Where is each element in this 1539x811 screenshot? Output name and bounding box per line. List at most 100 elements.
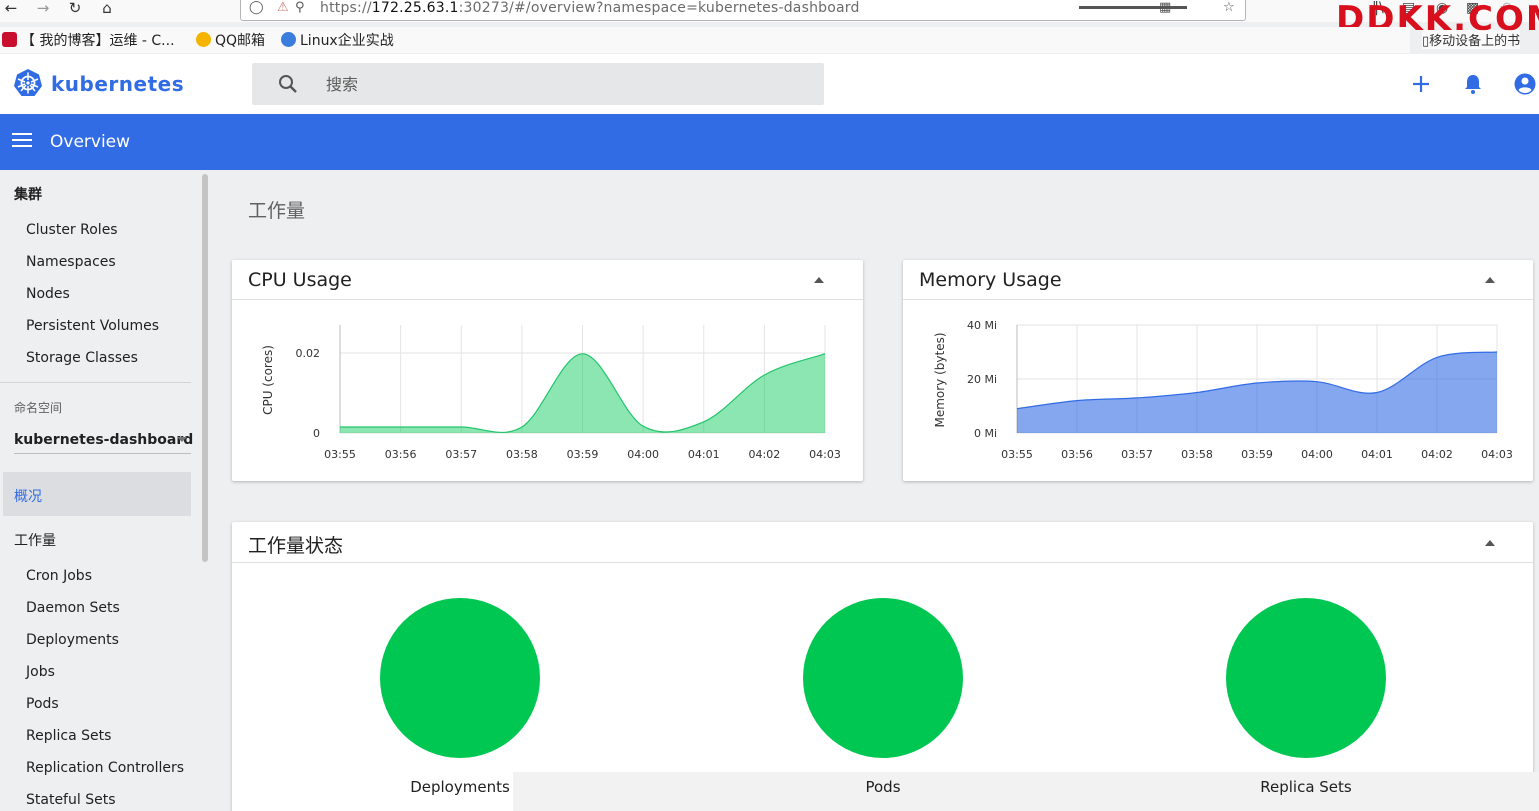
brand-name[interactable]: kubernetes xyxy=(51,72,184,96)
data-point[interactable] xyxy=(703,421,705,423)
collapse-caret-icon[interactable] xyxy=(814,277,824,283)
search-input[interactable] xyxy=(326,71,786,97)
pods-status-label[interactable]: Pods xyxy=(783,778,983,796)
data-point[interactable] xyxy=(581,353,583,355)
data-point[interactable] xyxy=(460,426,462,428)
sidebar-item-jobs[interactable]: Jobs xyxy=(26,664,55,680)
sidebar-item-pods[interactable]: Pods xyxy=(26,696,59,712)
x-tick-label: 03:57 xyxy=(1121,448,1153,461)
x-tick-label: 03:59 xyxy=(1241,448,1273,461)
memory-usage-card: Memory Usage Memory (bytes) 03:55 03:56 03… xyxy=(903,260,1533,481)
data-point[interactable] xyxy=(1496,351,1498,353)
sidebar-item-daemon-sets[interactable]: Daemon Sets xyxy=(26,600,120,616)
reload-icon[interactable]: ↻ xyxy=(64,0,86,18)
x-tick-label: 03:58 xyxy=(506,448,538,461)
sidebar-item-cluster-roles[interactable]: Cluster Roles xyxy=(26,222,118,238)
deployments-status-pie[interactable] xyxy=(380,598,540,758)
data-point[interactable] xyxy=(521,426,523,428)
data-point[interactable] xyxy=(399,426,401,428)
data-point[interactable] xyxy=(642,425,644,427)
kubernetes-logo-icon[interactable] xyxy=(13,68,43,98)
csdn-icon xyxy=(2,32,17,47)
replica-sets-status-label[interactable]: Replica Sets xyxy=(1206,778,1406,796)
bookmark-blog[interactable]: 【 我的博客】运维 - C... xyxy=(2,30,175,50)
sidebar-item-replica-sets[interactable]: Replica Sets xyxy=(26,728,111,744)
qr-code-icon[interactable]: ▦ xyxy=(1159,0,1171,15)
y-tick-label: 20 Mi xyxy=(967,373,997,386)
back-icon[interactable]: ← xyxy=(0,0,22,18)
qqmail-icon xyxy=(196,32,211,47)
notifications-bell-icon[interactable] xyxy=(1461,72,1485,96)
sidebar-item-storage-classes[interactable]: Storage Classes xyxy=(26,350,138,366)
sidebar-item-cron-jobs[interactable]: Cron Jobs xyxy=(26,568,92,584)
y-tick-label: 0 Mi xyxy=(974,427,997,440)
pods-status-pie[interactable] xyxy=(803,598,963,758)
sidebar-heading-cluster[interactable]: 集群 xyxy=(14,184,42,204)
bookmarks-bar: 【 我的博客】运维 - C... QQ邮箱 Linux企业实战 xyxy=(0,27,1410,53)
insecure-lock-icon[interactable]: ⚠ xyxy=(277,0,289,15)
sidebar-item-persistent-volumes[interactable]: Persistent Volumes xyxy=(26,318,159,334)
create-plus-icon[interactable] xyxy=(1409,72,1433,96)
x-tick-label: 04:00 xyxy=(627,448,659,461)
data-point[interactable] xyxy=(339,426,341,428)
sidebar-item-namespaces[interactable]: Namespaces xyxy=(26,254,116,270)
memory-usage-chart: Memory (bytes) 03:55 03:56 03:57 03:58 03:59… xyxy=(933,319,1513,461)
data-point[interactable] xyxy=(1316,381,1318,383)
mobile-bookmarks[interactable]: ▯移动设备上的书 xyxy=(1422,30,1521,49)
home-icon[interactable]: ⌂ xyxy=(96,0,118,18)
sidebar-heading-workloads[interactable]: 工作量 xyxy=(14,530,56,550)
dropdown-caret-icon[interactable] xyxy=(177,437,187,442)
data-point[interactable] xyxy=(1196,391,1198,393)
cpu-y-axis-label: CPU (cores) xyxy=(261,345,275,415)
menu-hamburger-icon[interactable] xyxy=(12,133,32,151)
deployments-status-label[interactable]: Deployments xyxy=(360,778,560,796)
x-tick-label: 03:56 xyxy=(385,448,417,461)
bookmark-linux[interactable]: Linux企业实战 xyxy=(281,30,394,50)
card-divider xyxy=(232,562,1533,563)
search-box[interactable] xyxy=(252,63,824,105)
key-icon[interactable]: ⚲ xyxy=(295,0,305,15)
data-point[interactable] xyxy=(1376,391,1378,393)
cpu-usage-chart: CPU (cores) 03:55 03:56 03:57 03:58 03:59 04:… xyxy=(261,325,841,461)
sidebar-item-stateful-sets[interactable]: Stateful Sets xyxy=(26,792,115,808)
account-circle-icon[interactable] xyxy=(1513,72,1537,96)
sidebar-item-replication-controllers[interactable]: Replication Controllers xyxy=(26,760,184,776)
namespace-value[interactable]: kubernetes-dashboard xyxy=(14,432,193,448)
x-tick-label: 03:56 xyxy=(1061,448,1093,461)
sidebar-item-nodes[interactable]: Nodes xyxy=(26,286,70,302)
namespace-select[interactable]: kubernetes-dashboard xyxy=(14,426,193,454)
sidebar-item-overview[interactable]: 概况 xyxy=(3,472,191,516)
app-header: kubernetes xyxy=(0,54,1539,114)
sidebar-item-deployments[interactable]: Deployments xyxy=(26,632,119,648)
data-point[interactable] xyxy=(1136,397,1138,399)
data-point[interactable] xyxy=(1016,408,1018,410)
data-point[interactable] xyxy=(1436,356,1438,358)
sidebar-item-overview-label[interactable]: 概况 xyxy=(14,486,42,506)
data-point[interactable] xyxy=(1256,382,1258,384)
replica-sets-status-pie[interactable] xyxy=(1226,598,1386,758)
address-bar[interactable]: ◯ ⚠ ⚲ https://172.25.63.1:30273/#/overvi… xyxy=(240,0,1246,21)
url-text[interactable]: https://172.25.63.1:30273/#/overview?nam… xyxy=(320,0,860,16)
data-point[interactable] xyxy=(763,374,765,376)
section-title-workloads: 工作量 xyxy=(248,200,306,222)
sidebar-scrollbar[interactable] xyxy=(202,174,208,562)
shield-icon[interactable]: ◯ xyxy=(249,0,264,15)
x-tick-label: 04:01 xyxy=(688,448,720,461)
x-tick-label: 04:02 xyxy=(1421,448,1453,461)
collapse-caret-icon[interactable] xyxy=(1485,277,1495,283)
cpu-series-area xyxy=(340,353,825,433)
memory-y-axis-label: Memory (bytes) xyxy=(933,332,947,427)
bookmark-qqmail[interactable]: QQ邮箱 xyxy=(196,30,265,50)
y-tick-label: 40 Mi xyxy=(967,319,997,332)
data-point[interactable] xyxy=(1076,399,1078,401)
search-icon xyxy=(279,75,297,93)
forward-icon[interactable]: → xyxy=(32,0,54,18)
x-tick-label: 03:55 xyxy=(1001,448,1033,461)
bookmark-star-icon[interactable]: ☆ xyxy=(1223,0,1235,15)
collapse-caret-icon[interactable] xyxy=(1485,540,1495,546)
x-tick-label: 04:03 xyxy=(809,448,841,461)
data-point[interactable] xyxy=(824,353,826,355)
cpu-card-title: CPU Usage xyxy=(248,269,352,291)
y-tick-label: 0 xyxy=(313,427,320,440)
workload-status-title: 工作量状态 xyxy=(248,535,344,557)
